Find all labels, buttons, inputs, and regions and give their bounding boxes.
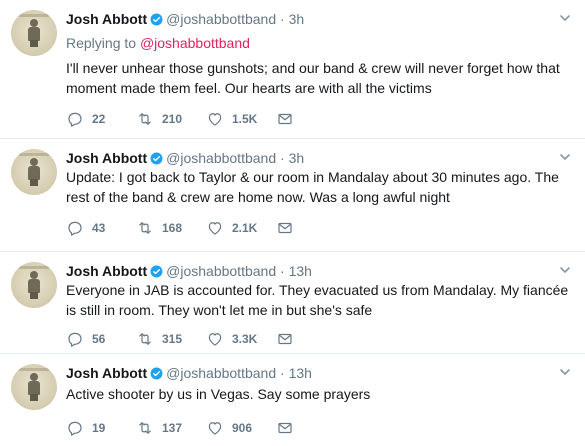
reply-icon: [68, 112, 82, 127]
reply-icon: [68, 332, 82, 347]
separator-dot: ·: [280, 365, 285, 381]
author-name[interactable]: Josh Abbott: [66, 263, 147, 279]
retweet-button[interactable]: 315: [136, 330, 182, 348]
tweet[interactable]: Josh Abbott @joshabbottband · 13h Everyon…: [0, 252, 585, 354]
avatar[interactable]: [11, 262, 57, 308]
tweet-actions: 22 210 1.5K: [66, 110, 336, 128]
separator-dot: ·: [280, 150, 285, 166]
tweet-actions: 43 168 2.1K: [66, 219, 336, 237]
reply-count: 19: [92, 421, 106, 435]
reply-icon: [68, 421, 82, 436]
chevron-down-icon[interactable]: [559, 12, 571, 24]
verified-badge-icon: [150, 265, 163, 278]
reply-button[interactable]: 22: [66, 110, 105, 128]
retweet-count: 210: [162, 112, 183, 126]
like-count: 3.3K: [232, 332, 258, 346]
direct-message-icon: [278, 113, 292, 125]
separator-dot: ·: [280, 263, 285, 279]
tweet[interactable]: Josh Abbott @joshabbottband · 3h Update: …: [0, 139, 585, 252]
like-button[interactable]: 1.5K: [206, 110, 257, 128]
avatar[interactable]: [11, 149, 57, 195]
timestamp[interactable]: 13h: [289, 365, 312, 381]
replying-to-label: Replying to: [66, 35, 137, 51]
direct-message-button[interactable]: [276, 330, 302, 348]
like-count: 2.1K: [232, 221, 258, 235]
tweet-header: Josh Abbott @joshabbottband · 13h: [66, 262, 312, 280]
timestamp[interactable]: 3h: [289, 150, 305, 166]
retweet-icon: [139, 222, 151, 234]
reply-button[interactable]: 43: [66, 219, 105, 237]
reply-button[interactable]: 56: [66, 330, 105, 348]
retweet-count: 168: [162, 221, 183, 235]
replying-to: Replying to @joshabbottband: [66, 34, 250, 52]
verified-badge-icon: [150, 367, 163, 380]
timestamp[interactable]: 13h: [289, 263, 312, 279]
verified-badge-icon: [150, 13, 163, 26]
tweet[interactable]: Josh Abbott @joshabbottband · 3h Replying…: [0, 0, 585, 139]
like-button[interactable]: 2.1K: [206, 219, 257, 237]
author-name[interactable]: Josh Abbott: [66, 11, 147, 27]
heart-icon: [208, 113, 222, 126]
tweet-text: Update: I got back to Taylor & our room …: [66, 169, 559, 205]
retweet-button[interactable]: 168: [136, 219, 182, 237]
tweet-header: Josh Abbott @joshabbottband · 3h: [66, 10, 304, 28]
like-button[interactable]: 906: [206, 419, 252, 437]
retweet-count: 315: [162, 332, 183, 346]
reply-count: 43: [92, 221, 106, 235]
tweet[interactable]: Josh Abbott @joshabbottband · 13h Active …: [0, 354, 585, 446]
retweet-button[interactable]: 137: [136, 419, 182, 437]
author-handle[interactable]: @joshabbottband: [166, 11, 276, 27]
heart-icon: [208, 422, 222, 435]
tweet-text: Everyone in JAB is accounted for. They e…: [66, 282, 569, 318]
author-name[interactable]: Josh Abbott: [66, 150, 147, 166]
chevron-down-icon[interactable]: [559, 366, 571, 378]
tweet-text: I'll never unhear those gunshots; and ou…: [66, 60, 560, 96]
chevron-down-icon[interactable]: [559, 264, 571, 276]
direct-message-button[interactable]: [276, 110, 302, 128]
tweet-actions: 56 315 3.3K: [66, 330, 336, 348]
tweet-header: Josh Abbott @joshabbottband · 3h: [66, 149, 304, 167]
reply-button[interactable]: 19: [66, 419, 105, 437]
tweet-header: Josh Abbott @joshabbottband · 13h: [66, 364, 312, 382]
tweet-text: Active shooter by us in Vegas. Say some …: [66, 386, 371, 402]
like-count: 1.5K: [232, 112, 258, 126]
author-name[interactable]: Josh Abbott: [66, 365, 147, 381]
avatar[interactable]: [11, 364, 57, 410]
chevron-down-icon[interactable]: [559, 151, 571, 163]
timestamp[interactable]: 3h: [289, 11, 305, 27]
tweet-actions: 19 137 906: [66, 419, 336, 437]
verified-badge-icon: [150, 152, 163, 165]
direct-message-icon: [278, 222, 292, 234]
retweet-icon: [139, 113, 151, 125]
direct-message-icon: [278, 422, 292, 434]
reply-count: 22: [92, 112, 106, 126]
retweet-icon: [139, 333, 151, 345]
reply-count: 56: [92, 332, 106, 346]
heart-icon: [208, 222, 222, 235]
avatar[interactable]: [11, 10, 57, 56]
retweet-button[interactable]: 210: [136, 110, 182, 128]
separator-dot: ·: [280, 11, 285, 27]
direct-message-button[interactable]: [276, 219, 302, 237]
tweet-feed: Josh Abbott @joshabbottband · 3h Replying…: [0, 0, 585, 446]
author-handle[interactable]: @joshabbottband: [166, 365, 276, 381]
like-button[interactable]: 3.3K: [206, 330, 257, 348]
author-handle[interactable]: @joshabbottband: [166, 150, 276, 166]
heart-icon: [208, 333, 222, 346]
direct-message-icon: [278, 333, 292, 345]
replying-to-link[interactable]: @joshabbottband: [140, 35, 250, 51]
like-count: 906: [232, 421, 253, 435]
direct-message-button[interactable]: [276, 419, 302, 437]
reply-icon: [68, 221, 82, 236]
author-handle[interactable]: @joshabbottband: [166, 263, 276, 279]
retweet-count: 137: [162, 421, 183, 435]
retweet-icon: [139, 422, 151, 434]
